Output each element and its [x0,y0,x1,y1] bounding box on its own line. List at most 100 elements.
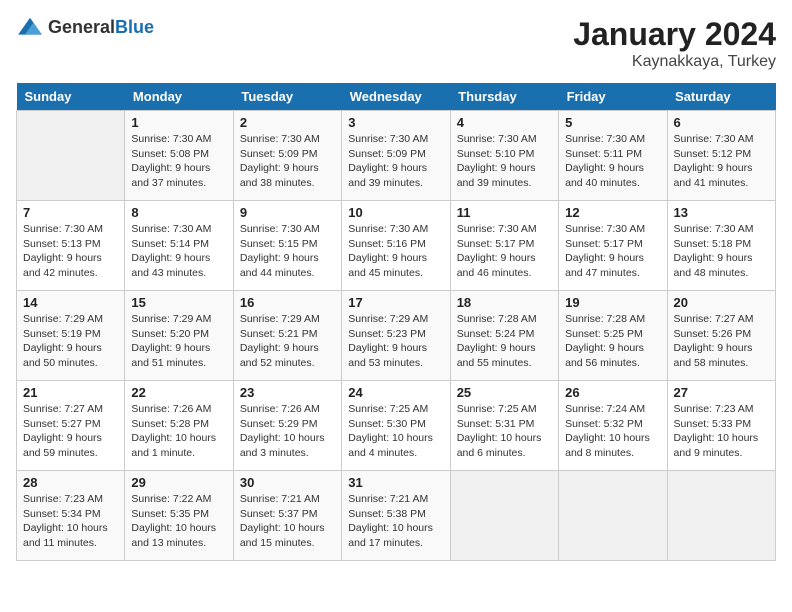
calendar-cell: 11Sunrise: 7:30 AMSunset: 5:17 PMDayligh… [450,201,558,291]
calendar-cell: 3 Sunrise: 7:30 AMSunset: 5:09 PMDaylight… [342,111,450,201]
cell-details: Sunrise: 7:29 AMSunset: 5:19 PMDaylight:… [23,312,118,371]
cell-details: Sunrise: 7:23 AMSunset: 5:34 PMDaylight:… [23,492,118,551]
week-row-2: 7Sunrise: 7:30 AMSunset: 5:13 PMDaylight… [17,201,776,291]
day-number: 20 [674,295,769,310]
cell-details: Sunrise: 7:25 AMSunset: 5:30 PMDaylight:… [348,402,443,461]
cell-details: Sunrise: 7:21 AMSunset: 5:37 PMDaylight:… [240,492,335,551]
calendar-cell: 12 Sunrise: 7:30 AMSunset: 5:17 PMDayligh… [559,201,667,291]
week-row-3: 14Sunrise: 7:29 AMSunset: 5:19 PMDayligh… [17,291,776,381]
month-year-title: January 2024 [573,16,776,53]
day-number: 2 [240,115,335,130]
calendar-cell: 17 Sunrise: 7:29 AMSunset: 5:23 PMDayligh… [342,291,450,381]
cell-details: Sunrise: 7:28 AMSunset: 5:25 PMDaylight:… [565,312,660,371]
day-number: 27 [674,385,769,400]
day-number: 5 [565,115,660,130]
calendar-cell: 23Sunrise: 7:26 AMSunset: 5:29 PMDayligh… [233,381,341,471]
day-number: 13 [674,205,769,220]
day-number: 10 [348,205,443,220]
logo: GeneralBlue [16,16,154,38]
cell-details: Sunrise: 7:22 AMSunset: 5:35 PMDaylight:… [131,492,226,551]
day-number: 12 [565,205,660,220]
header-cell-friday: Friday [559,83,667,111]
cell-details: Sunrise: 7:27 AMSunset: 5:26 PMDaylight:… [674,312,769,371]
day-number: 31 [348,475,443,490]
calendar-cell: 5 Sunrise: 7:30 AMSunset: 5:11 PMDaylight… [559,111,667,201]
calendar-cell: 26Sunrise: 7:24 AMSunset: 5:32 PMDayligh… [559,381,667,471]
location-subtitle: Kaynakkaya, Turkey [573,53,776,71]
cell-details: Sunrise: 7:29 AMSunset: 5:21 PMDaylight:… [240,312,335,371]
day-number: 1 [131,115,226,130]
header-row: SundayMondayTuesdayWednesdayThursdayFrid… [17,83,776,111]
day-number: 3 [348,115,443,130]
calendar-cell [17,111,125,201]
cell-details: Sunrise: 7:29 AMSunset: 5:23 PMDaylight:… [348,312,443,371]
title-block: January 2024 Kaynakkaya, Turkey [573,16,776,71]
header-cell-tuesday: Tuesday [233,83,341,111]
calendar-cell: 19Sunrise: 7:28 AMSunset: 5:25 PMDayligh… [559,291,667,381]
calendar-cell: 28 Sunrise: 7:23 AMSunset: 5:34 PMDayligh… [17,471,125,561]
cell-details: Sunrise: 7:30 AMSunset: 5:08 PMDaylight:… [131,132,226,191]
cell-details: Sunrise: 7:30 AMSunset: 5:17 PMDaylight:… [457,222,552,281]
calendar-cell [559,471,667,561]
cell-details: Sunrise: 7:29 AMSunset: 5:20 PMDaylight:… [131,312,226,371]
day-number: 28 [23,475,118,490]
header-cell-wednesday: Wednesday [342,83,450,111]
calendar-table: SundayMondayTuesdayWednesdayThursdayFrid… [16,83,776,561]
header-cell-thursday: Thursday [450,83,558,111]
generalblue-logo-icon [16,16,44,38]
day-number: 9 [240,205,335,220]
calendar-cell: 24 Sunrise: 7:25 AMSunset: 5:30 PMDayligh… [342,381,450,471]
calendar-cell: 30 Sunrise: 7:21 AMSunset: 5:37 PMDayligh… [233,471,341,561]
calendar-cell: 2 Sunrise: 7:30 AMSunset: 5:09 PMDaylight… [233,111,341,201]
day-number: 7 [23,205,118,220]
calendar-cell: 9 Sunrise: 7:30 AMSunset: 5:15 PMDaylight… [233,201,341,291]
calendar-cell: 7Sunrise: 7:30 AMSunset: 5:13 PMDaylight… [17,201,125,291]
calendar-cell: 14Sunrise: 7:29 AMSunset: 5:19 PMDayligh… [17,291,125,381]
calendar-cell: 6Sunrise: 7:30 AMSunset: 5:12 PMDaylight… [667,111,775,201]
calendar-cell: 18Sunrise: 7:28 AMSunset: 5:24 PMDayligh… [450,291,558,381]
calendar-cell: 13 Sunrise: 7:30 AMSunset: 5:18 PMDayligh… [667,201,775,291]
calendar-header: SundayMondayTuesdayWednesdayThursdayFrid… [17,83,776,111]
cell-details: Sunrise: 7:30 AMSunset: 5:16 PMDaylight:… [348,222,443,281]
day-number: 4 [457,115,552,130]
cell-details: Sunrise: 7:30 AMSunset: 5:09 PMDaylight:… [348,132,443,191]
cell-details: Sunrise: 7:30 AMSunset: 5:09 PMDaylight:… [240,132,335,191]
cell-details: Sunrise: 7:30 AMSunset: 5:18 PMDaylight:… [674,222,769,281]
calendar-cell: 31Sunrise: 7:21 AMSunset: 5:38 PMDayligh… [342,471,450,561]
day-number: 22 [131,385,226,400]
logo-blue: Blue [115,17,154,37]
calendar-cell: 20 Sunrise: 7:27 AMSunset: 5:26 PMDayligh… [667,291,775,381]
calendar-cell [450,471,558,561]
cell-details: Sunrise: 7:28 AMSunset: 5:24 PMDaylight:… [457,312,552,371]
calendar-body: 1 Sunrise: 7:30 AMSunset: 5:08 PMDaylight… [17,111,776,561]
calendar-cell: 4Sunrise: 7:30 AMSunset: 5:10 PMDaylight… [450,111,558,201]
day-number: 30 [240,475,335,490]
header-cell-sunday: Sunday [17,83,125,111]
cell-details: Sunrise: 7:30 AMSunset: 5:15 PMDaylight:… [240,222,335,281]
calendar-cell: 1 Sunrise: 7:30 AMSunset: 5:08 PMDaylight… [125,111,233,201]
cell-details: Sunrise: 7:30 AMSunset: 5:14 PMDaylight:… [131,222,226,281]
cell-details: Sunrise: 7:27 AMSunset: 5:27 PMDaylight:… [23,402,118,461]
calendar-cell: 27Sunrise: 7:23 AMSunset: 5:33 PMDayligh… [667,381,775,471]
week-row-4: 21 Sunrise: 7:27 AMSunset: 5:27 PMDayligh… [17,381,776,471]
day-number: 17 [348,295,443,310]
logo-general: General [48,17,115,37]
logo-text: GeneralBlue [48,17,154,38]
calendar-cell: 29Sunrise: 7:22 AMSunset: 5:35 PMDayligh… [125,471,233,561]
calendar-cell: 8Sunrise: 7:30 AMSunset: 5:14 PMDaylight… [125,201,233,291]
calendar-cell: 25 Sunrise: 7:25 AMSunset: 5:31 PMDayligh… [450,381,558,471]
day-number: 25 [457,385,552,400]
day-number: 15 [131,295,226,310]
day-number: 26 [565,385,660,400]
day-number: 6 [674,115,769,130]
day-number: 21 [23,385,118,400]
cell-details: Sunrise: 7:30 AMSunset: 5:17 PMDaylight:… [565,222,660,281]
calendar-cell: 22 Sunrise: 7:26 AMSunset: 5:28 PMDayligh… [125,381,233,471]
day-number: 24 [348,385,443,400]
week-row-1: 1 Sunrise: 7:30 AMSunset: 5:08 PMDaylight… [17,111,776,201]
calendar-cell [667,471,775,561]
calendar-cell: 15 Sunrise: 7:29 AMSunset: 5:20 PMDayligh… [125,291,233,381]
cell-details: Sunrise: 7:25 AMSunset: 5:31 PMDaylight:… [457,402,552,461]
cell-details: Sunrise: 7:30 AMSunset: 5:11 PMDaylight:… [565,132,660,191]
cell-details: Sunrise: 7:26 AMSunset: 5:28 PMDaylight:… [131,402,226,461]
